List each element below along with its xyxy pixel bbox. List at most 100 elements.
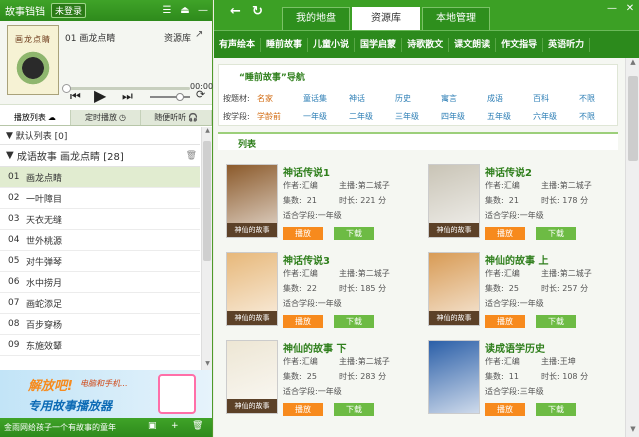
filter-option[interactable]: 不限	[579, 111, 625, 122]
category-item[interactable]: 作文指导	[496, 37, 544, 52]
filter-option[interactable]: 三年级	[395, 111, 441, 122]
book-title[interactable]: 神话传说1	[283, 164, 330, 179]
track-row[interactable]: 03 天衣无缝	[0, 209, 200, 230]
play-icon[interactable]: ▶	[94, 88, 106, 104]
book-card[interactable]: 神仙的故事 神话传说3 作者:汇编 主播:第二城子 集数: 22 时长: 185 分适合学…	[226, 252, 416, 335]
category-item[interactable]: 课文朗读	[449, 37, 497, 52]
login-badge[interactable]: 未登录	[51, 3, 87, 18]
book-cover[interactable]: 神仙的故事	[226, 252, 278, 326]
track-row[interactable]: 07 画蛇添足	[0, 293, 200, 314]
playlist-scrollbar[interactable]: ▲ ▼	[201, 127, 212, 370]
book-cover[interactable]: 神仙的故事	[226, 340, 278, 414]
tab-library[interactable]: 资源库	[352, 7, 420, 30]
filter-option[interactable]: 成语	[487, 93, 533, 104]
folder-icon[interactable]: ▣	[148, 421, 157, 431]
book-cover[interactable]: 神仙的故事	[428, 164, 480, 238]
playlist-default[interactable]: ▼ 默认列表 [0]	[0, 127, 200, 145]
track-row[interactable]: 06 水中捞月	[0, 272, 200, 293]
minimize-icon[interactable]: —	[603, 0, 621, 18]
book-card[interactable]: 神仙的故事 神仙的故事 下作者:汇编 主播:第二城子 集数: 25 时长: 283 分适…	[226, 340, 416, 423]
category-item[interactable]: 国学启蒙	[355, 37, 403, 52]
filter-option[interactable]: 名家	[257, 93, 303, 104]
download-button[interactable]: 下载	[334, 227, 374, 240]
tab-random[interactable]: 随便听听 🎧	[141, 110, 213, 125]
play-button[interactable]: 播放	[485, 227, 525, 240]
close-icon[interactable]: ✕	[621, 0, 639, 18]
category-item[interactable]: 儿童小说	[308, 37, 356, 52]
category-item[interactable]: 睡前故事	[261, 37, 309, 52]
filter-option[interactable]: 百科	[533, 93, 579, 104]
book-title[interactable]: 神仙的故事 上	[485, 252, 548, 267]
content-scrollbar[interactable]: ▲ ▼	[625, 58, 639, 437]
filter-option[interactable]: 学龄前	[257, 111, 303, 122]
filter-option[interactable]: 童话集	[303, 93, 349, 104]
book-title[interactable]: 读成语学历史	[485, 340, 545, 355]
play-button[interactable]: 播放	[485, 403, 525, 416]
next-icon[interactable]: ⏭	[122, 88, 133, 104]
filter-option[interactable]: 五年级	[487, 111, 533, 122]
tab-timer[interactable]: 定时播放 ◷	[71, 110, 142, 125]
minimize-icon[interactable]: —	[194, 0, 212, 21]
track-row[interactable]: 08 百步穿杨	[0, 314, 200, 335]
menu-icon[interactable]: ☰	[158, 0, 176, 21]
track-row[interactable]: 04 世外桃源	[0, 230, 200, 251]
book-cover[interactable]	[428, 340, 480, 414]
scroll-down-icon[interactable]: ▼	[202, 360, 213, 370]
filter-option[interactable]: 寓言	[441, 93, 487, 104]
track-row[interactable]: 05 对牛弹琴	[0, 251, 200, 272]
category-item[interactable]: 有声绘本	[214, 37, 262, 52]
mini-mode-icon[interactable]: ⏏	[176, 0, 194, 21]
filter-option[interactable]: 神话	[349, 93, 395, 104]
book-card[interactable]: 神仙的故事 神话传说2 作者:汇编 主播:第二城子 集数: 21 时长: 178 分适合学…	[428, 164, 618, 247]
previous-icon[interactable]: ⏮	[70, 88, 81, 104]
download-button[interactable]: 下载	[536, 315, 576, 328]
back-icon[interactable]: ←	[230, 4, 241, 19]
popout-icon[interactable]: ↗	[195, 29, 203, 40]
filter-option[interactable]: 六年级	[533, 111, 579, 122]
filter-option[interactable]: 不限	[579, 93, 625, 104]
play-button[interactable]: 播放	[283, 315, 323, 328]
play-button[interactable]: 播放	[283, 403, 323, 416]
track-row[interactable]: 01 画龙点睛	[0, 167, 200, 188]
book-title[interactable]: 神话传说3	[283, 252, 330, 267]
category-item[interactable]: 诗歌散文	[402, 37, 450, 52]
book-cover[interactable]: 神仙的故事	[428, 252, 480, 326]
category-item[interactable]: 英语听力	[543, 37, 591, 52]
source-link[interactable]: 资源库	[164, 31, 191, 44]
book-card[interactable]: 神仙的故事 神仙的故事 上作者:汇编 主播:第二城子 集数: 25 时长: 257 分适…	[428, 252, 618, 335]
tab-local[interactable]: 本地管理	[422, 7, 490, 30]
scroll-thumb[interactable]	[203, 141, 211, 261]
album-cover[interactable]: 画龙点睛	[7, 25, 59, 95]
track-row[interactable]: 02 一叶障目	[0, 188, 200, 209]
book-title[interactable]: 神仙的故事 下	[283, 340, 346, 355]
ad-banner[interactable]: 解放吧! 电脑和手机... 专用故事播放器	[0, 370, 212, 418]
scroll-up-icon[interactable]: ▲	[626, 58, 639, 70]
tab-my-space[interactable]: 我的地盘	[282, 7, 350, 30]
track-row[interactable]: 09 东施效颦	[0, 335, 200, 356]
filter-option[interactable]: 一年级	[303, 111, 349, 122]
scroll-down-icon[interactable]: ▼	[626, 425, 639, 437]
download-button[interactable]: 下载	[536, 227, 576, 240]
book-title[interactable]: 神话传说2	[485, 164, 532, 179]
add-icon[interactable]: +	[171, 421, 179, 431]
volume-knob[interactable]	[176, 93, 184, 101]
book-cover[interactable]: 神仙的故事	[226, 164, 278, 238]
repeat-icon[interactable]: ⟳	[196, 88, 205, 101]
playlist-current[interactable]: ▼ 成语故事 画龙点睛 [28] 🗑	[0, 145, 200, 167]
tab-playlist[interactable]: 播放列表 ☁	[0, 110, 71, 125]
download-button[interactable]: 下载	[334, 403, 374, 416]
download-button[interactable]: 下载	[536, 403, 576, 416]
play-button[interactable]: 播放	[485, 315, 525, 328]
book-card[interactable]: 读成语学历史 作者:汇编 主播:王坤 集数: 11 时长: 108 分适合学段:三年级播…	[428, 340, 618, 423]
filter-option[interactable]: 二年级	[349, 111, 395, 122]
scroll-thumb[interactable]	[628, 76, 638, 161]
filter-option[interactable]: 四年级	[441, 111, 487, 122]
delete-icon[interactable]: 🗑	[192, 421, 203, 431]
play-button[interactable]: 播放	[283, 227, 323, 240]
download-button[interactable]: 下载	[334, 315, 374, 328]
volume-slider[interactable]	[150, 93, 190, 101]
trash-icon[interactable]: 🗑	[186, 151, 197, 161]
book-card[interactable]: 神仙的故事 神话传说1 作者:汇编 主播:第二城子 集数: 21 时长: 221 分适合学…	[226, 164, 416, 247]
filter-option[interactable]: 历史	[395, 93, 441, 104]
refresh-icon[interactable]: ↻	[252, 4, 263, 19]
